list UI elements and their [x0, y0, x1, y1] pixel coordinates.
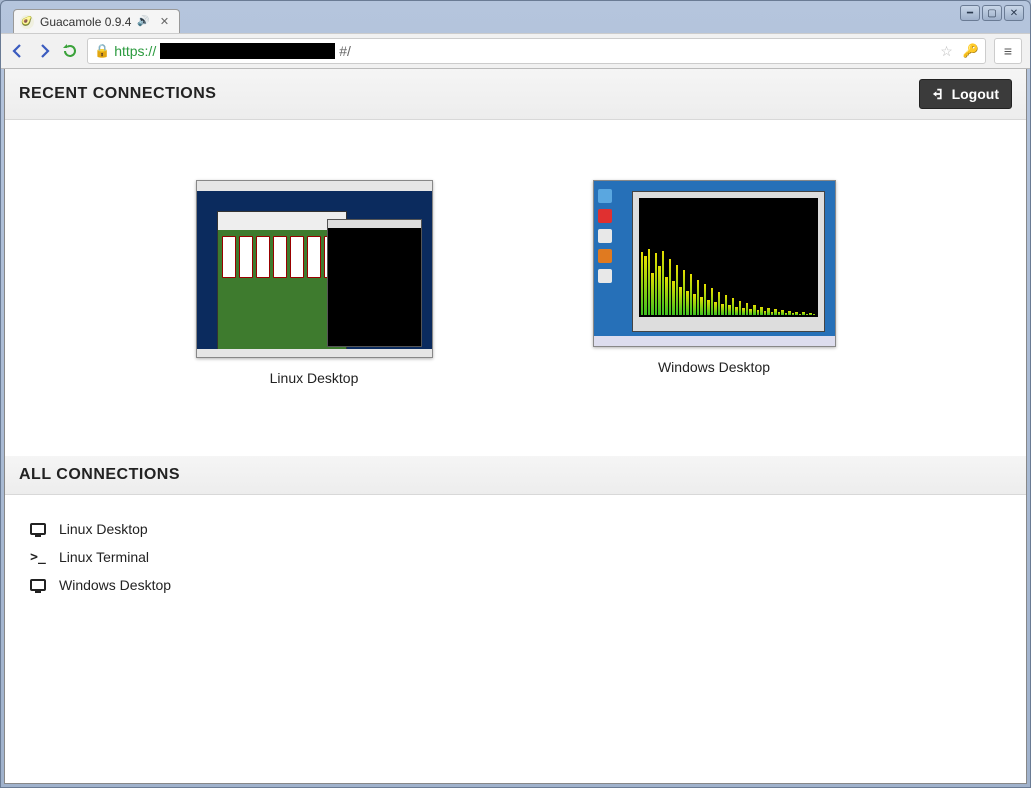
connection-row[interactable]: Linux Desktop — [29, 515, 1002, 543]
logout-icon — [932, 87, 946, 101]
back-button[interactable] — [9, 42, 27, 60]
reload-button[interactable] — [61, 42, 79, 60]
spectrum-bars — [641, 245, 816, 315]
logout-label: Logout — [952, 86, 999, 102]
desktop-icon — [29, 578, 47, 592]
connection-label: Windows Desktop — [59, 577, 171, 593]
connection-label: Linux Desktop — [59, 521, 148, 537]
connection-row[interactable]: Windows Desktop — [29, 571, 1002, 599]
guacamole-favicon-icon: 🥑 — [20, 15, 34, 29]
terminal-icon: >_ — [29, 550, 47, 564]
browser-toolbar: 🔒 https:// #/ ☆ 🔑 ≡ — [1, 33, 1030, 69]
browser-tab[interactable]: 🥑 Guacamole 0.9.4 🔊 ✕ — [13, 9, 180, 33]
address-bar[interactable]: 🔒 https:// #/ ☆ 🔑 — [87, 38, 986, 64]
desktop-icon — [29, 522, 47, 536]
recent-label: Windows Desktop — [658, 359, 770, 375]
connection-label: Linux Terminal — [59, 549, 149, 565]
thumbnail-windows-desktop — [593, 180, 836, 347]
close-button[interactable]: ✕ — [1004, 5, 1024, 21]
logout-button[interactable]: Logout — [919, 79, 1012, 109]
lock-icon: 🔒 — [94, 43, 110, 59]
recent-connections-grid: Linux Desktop Windows Desktop — [5, 120, 1026, 456]
minimize-button[interactable]: ━ — [960, 5, 980, 21]
tab-strip: 🥑 Guacamole 0.9.4 🔊 ✕ — [1, 1, 1030, 33]
thumbnail-linux-desktop — [196, 180, 433, 358]
browser-window: ━ ▢ ✕ 🥑 Guacamole 0.9.4 🔊 ✕ 🔒 https:// #… — [0, 0, 1031, 788]
bookmark-star-icon[interactable]: ☆ — [940, 43, 953, 60]
all-connections-list: Linux Desktop >_ Linux Terminal Windows … — [5, 495, 1026, 619]
forward-button[interactable] — [35, 42, 53, 60]
url-scheme: https:// — [114, 43, 156, 59]
recent-header: RECENT CONNECTIONS Logout — [5, 69, 1026, 120]
maximize-button[interactable]: ▢ — [982, 5, 1002, 21]
tab-title: Guacamole 0.9.4 — [40, 15, 131, 29]
tab-close-icon[interactable]: ✕ — [160, 15, 169, 28]
window-controls: ━ ▢ ✕ — [960, 5, 1024, 21]
recent-connection-windows[interactable]: Windows Desktop — [593, 180, 836, 386]
connection-row[interactable]: >_ Linux Terminal — [29, 543, 1002, 571]
all-header: ALL CONNECTIONS — [5, 456, 1026, 495]
browser-menu-button[interactable]: ≡ — [994, 38, 1022, 64]
key-icon[interactable]: 🔑 — [963, 43, 979, 59]
audio-icon: 🔊 — [137, 16, 149, 27]
recent-title: RECENT CONNECTIONS — [19, 85, 216, 103]
url-path: #/ — [339, 43, 351, 59]
recent-connection-linux[interactable]: Linux Desktop — [196, 180, 433, 386]
recent-label: Linux Desktop — [270, 370, 359, 386]
url-host-redacted — [160, 43, 335, 59]
page-content: RECENT CONNECTIONS Logout Linux Desktop — [4, 69, 1027, 784]
all-title: ALL CONNECTIONS — [19, 466, 180, 484]
